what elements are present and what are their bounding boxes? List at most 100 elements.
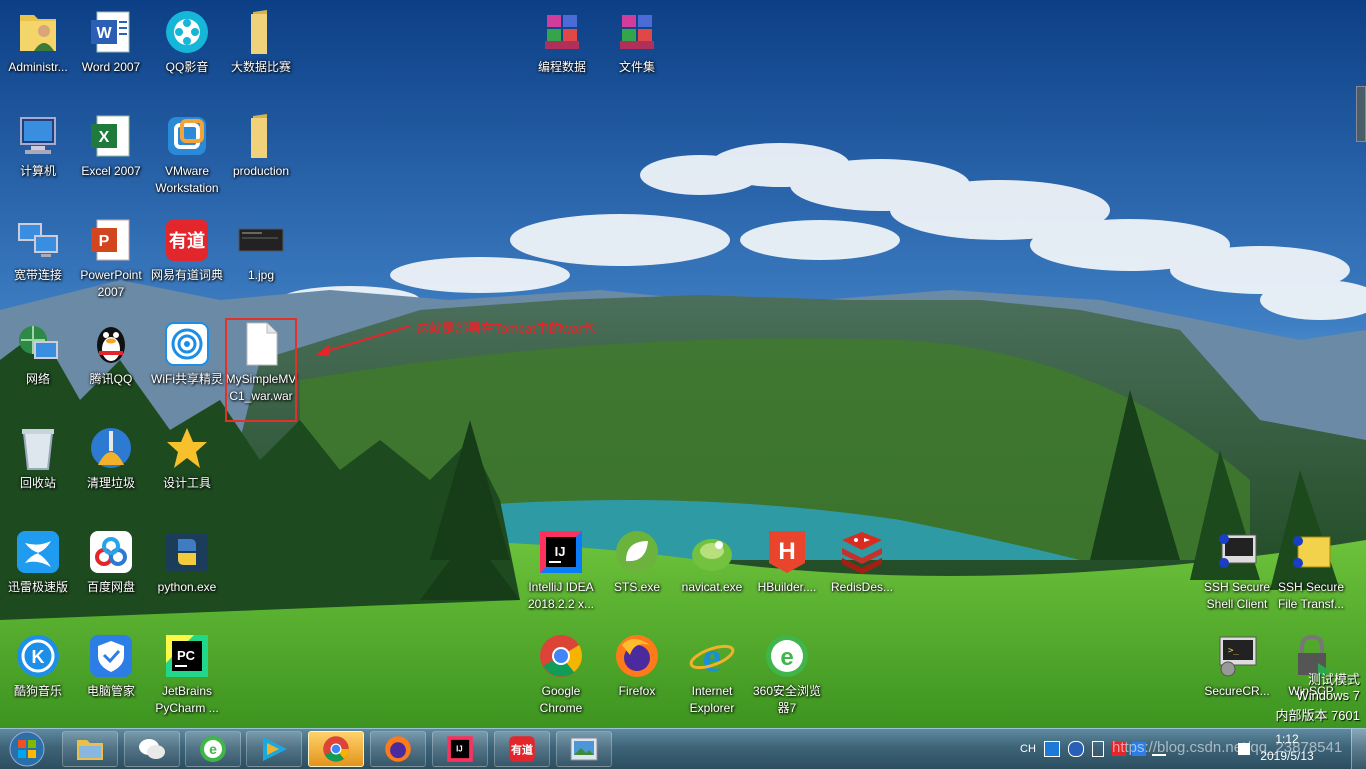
taskbar-youdao[interactable]: 有道 — [494, 731, 550, 767]
svg-text:H: H — [778, 538, 795, 565]
folder-icon — [237, 8, 285, 56]
taskbar-firefox[interactable] — [370, 731, 426, 767]
icon-firefox[interactable]: Firefox — [600, 628, 674, 728]
icon-youdao[interactable]: 有道 网易有道词典 — [150, 212, 224, 312]
icon-baidu-pan[interactable]: 百度网盘 — [74, 524, 148, 624]
taskbar-photo-viewer[interactable] — [556, 731, 612, 767]
icon-google-chrome[interactable]: Google Chrome — [524, 628, 598, 728]
icon-vmware[interactable]: VMware Workstation — [150, 108, 224, 208]
svg-text:PC: PC — [177, 648, 196, 663]
securecrt-icon: >_ — [1213, 632, 1261, 680]
desktop[interactable]: Administr... W Word 2007 QQ影音 大数据比赛 编程数据… — [0, 0, 1366, 728]
icon-ssh-secure-shell[interactable]: SSH Secure Shell Client — [1200, 524, 1274, 624]
icon-design-tool[interactable]: 设计工具 — [150, 420, 224, 520]
svg-text:e: e — [780, 644, 793, 671]
network-globe-icon — [14, 320, 62, 368]
python-icon — [163, 528, 211, 576]
icon-pycharm[interactable]: PC JetBrains PyCharm ... — [150, 628, 224, 728]
icon-word-2007[interactable]: W Word 2007 — [74, 4, 148, 104]
excel-icon: X — [87, 112, 135, 160]
icon-1-jpg[interactable]: 1.jpg — [224, 212, 298, 312]
icon-label: 腾讯QQ — [89, 372, 133, 386]
wechat-icon — [139, 739, 165, 759]
user-folder-icon — [14, 8, 62, 56]
icon-securecrt[interactable]: >_ SecureCR... — [1200, 628, 1274, 728]
icon-xunlei[interactable]: 迅雷极速版 — [1, 524, 75, 624]
watermark-line2: Windows 7 — [1296, 688, 1360, 703]
side-handle[interactable] — [1356, 86, 1366, 142]
icon-bigdata-folder[interactable]: 大数据比赛 — [224, 4, 298, 104]
icon-wenjianji[interactable]: 文件集 — [600, 4, 674, 104]
taskbar-wechat[interactable] — [124, 731, 180, 767]
icon-cleaner[interactable]: 清理垃圾 — [74, 420, 148, 520]
icon-kugou[interactable]: K 酷狗音乐 — [1, 628, 75, 728]
ssh-client-icon — [1213, 528, 1261, 576]
icon-label: SecureCR... — [1204, 684, 1270, 698]
ssh-transfer-icon — [1287, 528, 1335, 576]
icon-label: python.exe — [157, 580, 217, 594]
wifi-icon — [163, 320, 211, 368]
firefox-icon — [385, 736, 411, 762]
svg-text:e: e — [209, 741, 217, 757]
ie-icon: e — [688, 632, 736, 680]
icon-navicat[interactable]: navicat.exe — [675, 524, 749, 624]
icon-label: navicat.exe — [681, 580, 743, 594]
taskbar-media-player[interactable] — [246, 731, 302, 767]
icon-sts[interactable]: STS.exe — [600, 524, 674, 624]
icon-label: PowerPoint 2007 — [80, 268, 142, 299]
icon-bianchengshuju[interactable]: 编程数据 — [525, 4, 599, 104]
explorer-icon — [77, 740, 103, 760]
start-button[interactable] — [2, 730, 52, 768]
language-indicator[interactable]: CH — [1020, 743, 1036, 755]
icon-360-browser[interactable]: e 360安全浏览器7 — [750, 628, 824, 728]
qq-tray-icon[interactable] — [1043, 741, 1060, 757]
navicat-icon — [688, 528, 736, 576]
taskbar-intellij[interactable]: IJ — [432, 731, 488, 767]
word-icon: W — [87, 8, 135, 56]
taskbar-explorer[interactable] — [62, 731, 118, 767]
icon-qq-player[interactable]: QQ影音 — [150, 4, 224, 104]
icon-excel-2007[interactable]: X Excel 2007 — [74, 108, 148, 208]
icon-label: IntelliJ IDEA 2018.2.2 x... — [527, 580, 595, 611]
icon-administrator[interactable]: Administr... — [1, 4, 75, 104]
icon-python[interactable]: python.exe — [150, 524, 224, 624]
computer-icon — [14, 112, 62, 160]
icon-network[interactable]: 网络 — [1, 316, 75, 416]
icon-internet-explorer[interactable]: e Internet Explorer — [675, 628, 749, 728]
icon-label: 编程数据 — [537, 60, 586, 74]
shield-icon — [87, 632, 135, 680]
icon-hbuilder[interactable]: H HBuilder.... — [750, 524, 824, 624]
intellij-icon: IJ — [537, 528, 585, 576]
test-mode-watermark: 测试模式 Windows 7 内部版本 7601 — [1275, 672, 1360, 724]
icon-production-folder[interactable]: production — [224, 108, 298, 208]
input-method-icon[interactable] — [1091, 741, 1104, 757]
icon-label: STS.exe — [613, 580, 661, 594]
icon-pc-guanjia[interactable]: 电脑管家 — [74, 628, 148, 728]
icon-broadband[interactable]: 宽带连接 — [1, 212, 75, 312]
icon-label: production — [232, 164, 290, 178]
pycharm-icon: PC — [163, 632, 211, 680]
icon-powerpoint-2007[interactable]: P PowerPoint 2007 — [74, 212, 148, 312]
watermark-line1: 测试模式 — [1307, 672, 1360, 687]
chrome-icon — [537, 632, 585, 680]
icon-label: QQ影音 — [165, 60, 209, 74]
icon-label: 迅雷极速版 — [7, 580, 68, 594]
icon-wifi-share[interactable]: WiFi共享精灵 — [150, 316, 224, 416]
icon-qq[interactable]: 腾讯QQ — [74, 316, 148, 416]
broom-icon — [87, 424, 135, 472]
icon-ssh-file-transfer[interactable]: SSH Secure File Transf... — [1274, 524, 1348, 624]
redis-icon — [838, 528, 886, 576]
help-icon[interactable] — [1067, 741, 1084, 757]
icon-intellij-idea[interactable]: IJ IntelliJ IDEA 2018.2.2 x... — [524, 524, 598, 624]
taskbar-360browser[interactable]: e — [185, 731, 241, 767]
browser-360-icon: e — [763, 632, 811, 680]
firefox-icon — [613, 632, 661, 680]
icon-recycle-bin[interactable]: 回收站 — [1, 420, 75, 520]
media-player-icon — [263, 737, 287, 761]
photo-viewer-icon — [570, 737, 598, 761]
icon-redis[interactable]: RedisDes... — [825, 524, 899, 624]
show-desktop-button[interactable] — [1351, 729, 1366, 769]
taskbar-chrome[interactable] — [308, 731, 364, 767]
icon-computer[interactable]: 计算机 — [1, 108, 75, 208]
winrar-icon — [613, 8, 661, 56]
